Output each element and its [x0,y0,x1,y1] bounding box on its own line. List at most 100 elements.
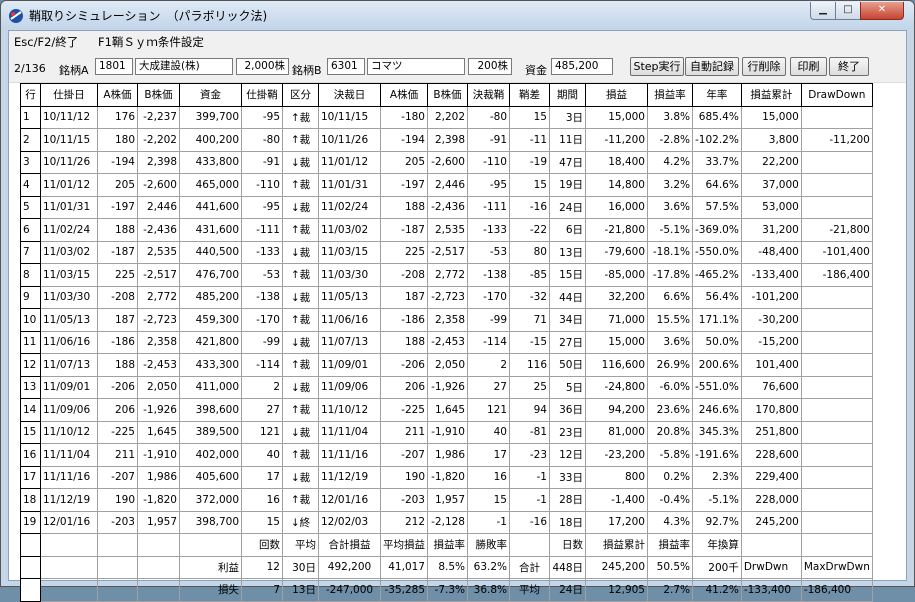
table-cell[interactable]: -1,926 [427,375,468,399]
table-cell[interactable]: 17 [241,465,283,489]
table-cell[interactable]: -133,400 [740,578,802,602]
table-cell[interactable]: 11/10/12 [318,398,381,422]
table-cell[interactable]: 2,398 [427,128,468,152]
table-cell[interactable]: 76,600 [740,375,802,399]
table-cell[interactable]: 0.2% [647,465,693,489]
title-bar[interactable]: 鞘取りシミュレーション （パラボリック法) ▁ □ ✕ [1,1,914,29]
table-cell[interactable]: -133,400 [740,263,802,287]
table-cell[interactable]: 11/11/04 [318,420,381,444]
table-cell[interactable]: 14,800 [585,173,648,197]
table-cell[interactable]: 19日 [549,173,586,197]
row-number-cell[interactable] [20,533,41,557]
table-cell[interactable]: 465,000 [179,173,242,197]
table-cell[interactable]: 421,800 [179,330,242,354]
table-cell[interactable]: -1,400 [585,488,648,512]
table-cell[interactable]: -194 [380,128,428,152]
table-cell[interactable]: -208 [97,285,138,309]
table-cell[interactable]: 11/06/16 [40,330,98,354]
table-cell[interactable]: 2 [241,375,283,399]
table-cell[interactable] [137,578,180,602]
table-cell[interactable]: -1,820 [137,488,180,512]
table-row[interactable]: 2 10/11/15 180 -2,202 400,200 -80 ↑裁 10/11/26 -1… [20,128,873,152]
table-cell[interactable]: -138 [241,285,283,309]
table-cell[interactable]: 47日 [549,150,586,174]
table-cell[interactable]: 402,000 [179,443,242,467]
table-cell[interactable]: -133 [467,218,510,242]
table-cell[interactable]: 190 [97,488,138,512]
table-cell[interactable]: 16 [241,488,283,512]
table-cell[interactable]: DrwDwn [740,555,802,579]
table-cell[interactable]: 400,200 [179,128,242,152]
table-cell[interactable]: 2,446 [427,173,468,197]
column-header[interactable]: 決裁鞘 [467,83,510,107]
table-cell[interactable] [800,353,873,377]
column-header[interactable]: DrawDown [800,83,873,107]
table-cell[interactable]: 25 [509,375,550,399]
table-cell[interactable]: 34日 [549,308,586,332]
table-cell[interactable] [97,578,138,602]
table-cell[interactable]: 57.5% [692,195,742,219]
table-row[interactable]: 16 11/11/04 211 -1,910 402,000 40 ↑裁 11/11/16 -2… [20,443,873,467]
row-number-cell[interactable]: 18 [20,488,41,512]
table-cell[interactable]: ↑裁 [282,105,319,129]
row-number-cell[interactable]: 16 [20,443,41,467]
table-cell[interactable]: -18.1% [647,240,693,264]
table-cell[interactable]: -2,453 [427,330,468,354]
table-cell[interactable] [800,330,873,354]
column-header[interactable]: 仕掛鞘 [241,83,283,107]
maximize-button[interactable]: □ [835,2,861,20]
column-header[interactable]: 損益累計 [740,83,802,107]
table-cell[interactable]: 平均 [282,533,319,557]
table-cell[interactable]: 36.8% [467,578,510,602]
table-cell[interactable]: 56.4% [692,285,742,309]
summary-row[interactable]: 損失 7 13日 -247,000 -35,285 -7.3% 36.8% 平均 24日 12,9… [20,578,873,602]
table-cell[interactable]: 15,000 [585,330,648,354]
table-cell[interactable]: 11/03/02 [40,240,98,264]
table-cell[interactable]: 170,800 [740,398,802,422]
table-cell[interactable]: 6.6% [647,285,693,309]
table-cell[interactable]: -7.3% [427,578,468,602]
exit-button[interactable]: 終了 [829,57,869,76]
table-cell[interactable]: -247,000 [318,578,381,602]
table-cell[interactable]: 17,200 [585,510,648,534]
row-number-cell[interactable]: 19 [20,510,41,534]
table-cell[interactable]: 171.1% [692,308,742,332]
table-cell[interactable]: 3.6% [647,195,693,219]
table-cell[interactable]: 440,500 [179,240,242,264]
table-cell[interactable]: 50日 [549,353,586,377]
table-cell[interactable]: -1 [467,510,510,534]
table-cell[interactable]: 492,200 [318,555,381,579]
table-cell[interactable] [800,105,873,129]
table-cell[interactable]: 15.5% [647,308,693,332]
table-cell[interactable]: -15 [509,330,550,354]
table-cell[interactable]: 11/01/12 [40,173,98,197]
table-cell[interactable]: -2,128 [427,510,468,534]
stock-b-code-field[interactable]: 6301 [327,58,365,75]
column-header[interactable]: 期間 [549,83,586,107]
table-cell[interactable]: -194 [97,150,138,174]
table-cell[interactable]: 37,000 [740,173,802,197]
step-run-button[interactable]: Step実行 [630,57,684,76]
table-cell[interactable]: 損益累計 [585,533,648,557]
table-cell[interactable]: 2,398 [137,150,180,174]
table-cell[interactable]: ↑裁 [282,398,319,422]
table-cell[interactable]: 11/02/24 [318,195,381,219]
table-cell[interactable]: 80 [509,240,550,264]
table-cell[interactable]: -16 [509,510,550,534]
table-cell[interactable]: 1,957 [427,488,468,512]
table-cell[interactable]: 12,905 [585,578,648,602]
table-cell[interactable]: -95 [241,105,283,129]
table-cell[interactable]: 27日 [549,330,586,354]
table-cell[interactable]: 44日 [549,285,586,309]
table-cell[interactable]: 11/07/13 [40,353,98,377]
column-header[interactable]: 資金 [179,83,242,107]
table-cell[interactable] [740,533,802,557]
row-number-cell[interactable] [20,578,41,602]
table-cell[interactable]: 16 [467,465,510,489]
table-cell[interactable]: 12/02/03 [318,510,381,534]
table-cell[interactable]: 212 [380,510,428,534]
row-number-cell[interactable]: 12 [20,353,41,377]
table-cell[interactable]: 228,000 [740,488,802,512]
delete-row-button[interactable]: 行削除 [742,57,786,76]
table-cell[interactable]: -206 [380,353,428,377]
